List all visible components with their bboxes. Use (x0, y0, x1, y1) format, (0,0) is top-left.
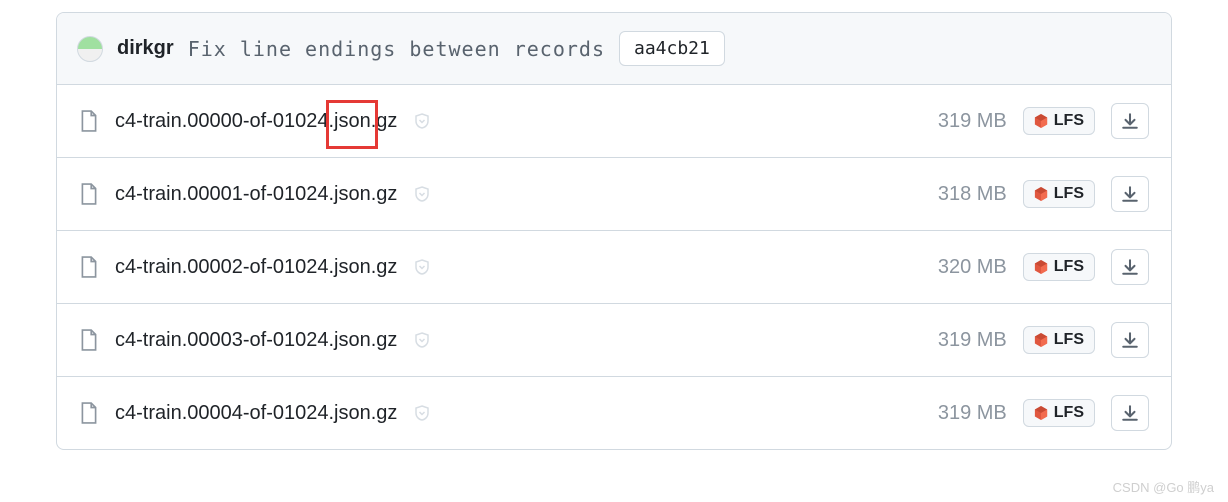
download-button[interactable] (1111, 395, 1149, 431)
lfs-label: LFS (1054, 404, 1084, 422)
cube-icon (1034, 406, 1048, 420)
lfs-badge[interactable]: LFS (1023, 107, 1095, 135)
file-name-link[interactable]: c4-train.00001-of-01024.json.gz (115, 183, 397, 206)
lfs-label: LFS (1054, 258, 1084, 276)
shield-chevron-icon[interactable] (413, 258, 431, 276)
file-row: c4-train.00002-of-01024.json.gz 320 MB L… (57, 231, 1171, 304)
lfs-label: LFS (1054, 185, 1084, 203)
author-name[interactable]: dirkgr (117, 37, 174, 60)
file-row: c4-train.00003-of-01024.json.gz 319 MB L… (57, 304, 1171, 377)
file-name-link[interactable]: c4-train.00002-of-01024.json.gz (115, 256, 397, 279)
download-button[interactable] (1111, 249, 1149, 285)
file-icon (79, 183, 99, 205)
cube-icon (1034, 260, 1048, 274)
file-size: 318 MB (938, 183, 1007, 206)
file-icon (79, 402, 99, 424)
shield-chevron-icon[interactable] (413, 404, 431, 422)
file-icon (79, 256, 99, 278)
cube-icon (1034, 114, 1048, 128)
lfs-badge[interactable]: LFS (1023, 253, 1095, 281)
file-size: 319 MB (938, 110, 1007, 133)
lfs-badge[interactable]: LFS (1023, 399, 1095, 427)
download-button[interactable] (1111, 322, 1149, 358)
download-button[interactable] (1111, 103, 1149, 139)
shield-chevron-icon[interactable] (413, 185, 431, 203)
lfs-badge[interactable]: LFS (1023, 180, 1095, 208)
lfs-label: LFS (1054, 331, 1084, 349)
file-size: 319 MB (938, 402, 1007, 425)
file-size: 319 MB (938, 329, 1007, 352)
lfs-label: LFS (1054, 112, 1084, 130)
file-icon (79, 110, 99, 132)
file-row: c4-train.00000-of-01024.json.gz 319 MB L… (57, 85, 1171, 158)
file-size: 320 MB (938, 256, 1007, 279)
shield-chevron-icon[interactable] (413, 331, 431, 349)
file-name-link[interactable]: c4-train.00003-of-01024.json.gz (115, 329, 397, 352)
commit-message[interactable]: Fix line endings between records (188, 37, 605, 61)
commit-hash[interactable]: aa4cb21 (619, 31, 725, 66)
file-row: c4-train.00004-of-01024.json.gz 319 MB L… (57, 377, 1171, 449)
file-name-link[interactable]: c4-train.00000-of-01024.json.gz (115, 110, 397, 133)
avatar[interactable] (77, 36, 103, 62)
commit-header: dirkgr Fix line endings between records … (57, 13, 1171, 85)
cube-icon (1034, 333, 1048, 347)
file-icon (79, 329, 99, 351)
shield-chevron-icon[interactable] (413, 112, 431, 130)
file-listing-container: dirkgr Fix line endings between records … (56, 12, 1172, 450)
file-name-link[interactable]: c4-train.00004-of-01024.json.gz (115, 402, 397, 425)
lfs-badge[interactable]: LFS (1023, 326, 1095, 354)
file-row: c4-train.00001-of-01024.json.gz 318 MB L… (57, 158, 1171, 231)
cube-icon (1034, 187, 1048, 201)
download-button[interactable] (1111, 176, 1149, 212)
watermark: CSDN @Go 鹏ya (1113, 477, 1214, 496)
